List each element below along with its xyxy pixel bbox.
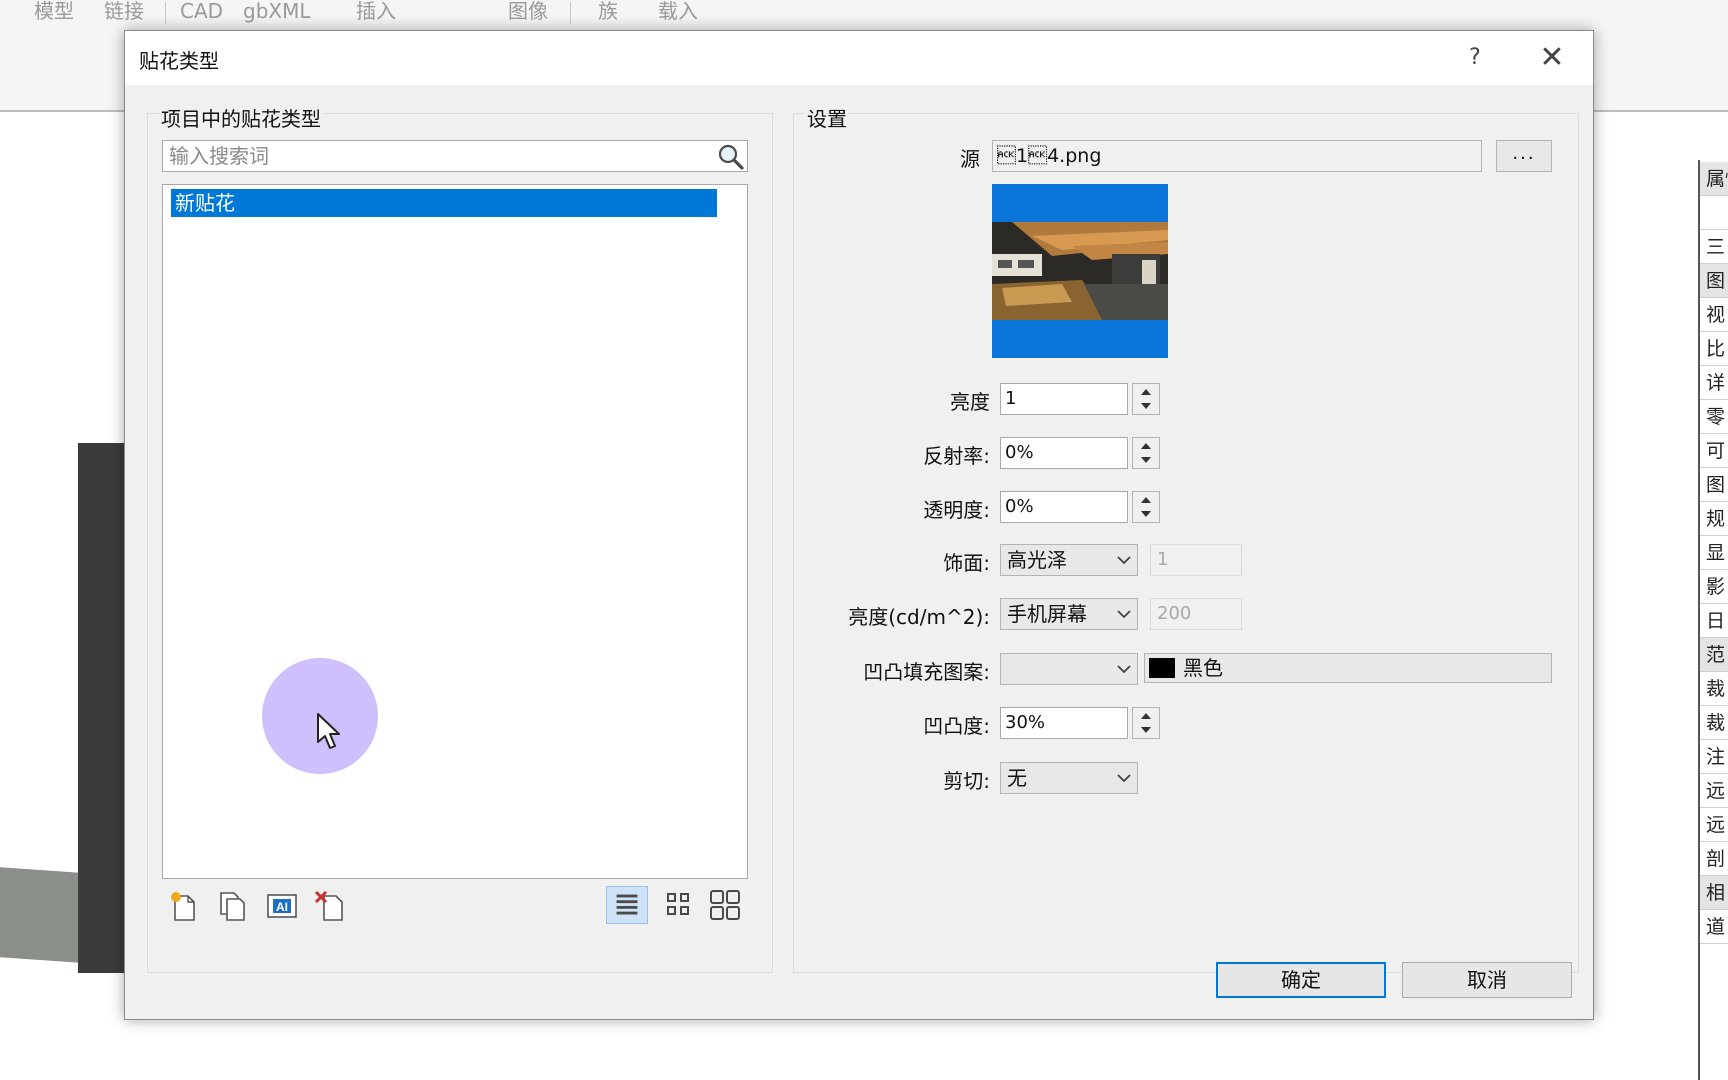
rename-type-icon[interactable]: AI [264, 888, 300, 924]
cutout-label: 剪切: [943, 769, 990, 793]
browse-button[interactable]: ... [1496, 140, 1552, 172]
chevron-down-icon [1117, 556, 1131, 565]
bump-color-button[interactable]: 黑色 [1144, 653, 1552, 683]
svg-text:AI: AI [276, 900, 288, 914]
properties-row: 范 [1700, 638, 1728, 672]
finish-dropdown[interactable]: 高光泽 [1000, 544, 1138, 576]
close-button[interactable]: ✕ [1530, 39, 1574, 77]
properties-row: 远 [1700, 808, 1728, 842]
mouse-cursor-icon [317, 713, 340, 749]
properties-row: 详 [1700, 366, 1728, 400]
finish-value: 高光泽 [1007, 548, 1067, 572]
properties-row: 三 [1700, 230, 1728, 264]
properties-row: 可 [1700, 434, 1728, 468]
properties-row: 剖 [1700, 842, 1728, 876]
ribbon-separator [165, 2, 166, 24]
luminance-dropdown[interactable]: 手机屏幕 [1000, 598, 1138, 630]
duplicate-type-icon[interactable] [214, 888, 250, 924]
source-label: 源 [960, 147, 980, 171]
properties-row: 裁 [1700, 706, 1728, 740]
project-decal-types-label: 项目中的贴花类型 [159, 103, 323, 132]
bump-amount-input[interactable]: 30% [1000, 707, 1128, 739]
bump-color-name: 黑色 [1183, 656, 1223, 680]
properties-row: 影 [1700, 570, 1728, 604]
bump-amount-spinner-icon[interactable] [1132, 707, 1160, 739]
luminance-label: 亮度(cd/m^2): [848, 605, 990, 629]
properties-row: 属性 [1700, 162, 1728, 196]
new-type-icon[interactable] [166, 888, 202, 924]
small-icons-view-icon [667, 893, 689, 915]
finish-label: 饰面: [943, 551, 990, 575]
properties-row: 远 [1700, 774, 1728, 808]
ribbon-tab-insert[interactable]: 插入 [356, 0, 396, 22]
dialog-title: 贴花类型 [139, 49, 219, 73]
transparency-label: 透明度: [923, 498, 990, 522]
chevron-down-icon [1117, 665, 1131, 674]
properties-row: 道 [1700, 910, 1728, 944]
bump-pattern-label: 凹凸填充图案: [863, 660, 990, 684]
ribbon-tab-load[interactable]: 载入 [658, 0, 698, 22]
properties-row: 视 [1700, 298, 1728, 332]
settings-label: 设置 [805, 103, 849, 132]
properties-row: 注 [1700, 740, 1728, 774]
model-floor-shadow [0, 867, 80, 963]
properties-row: 图 [1700, 264, 1728, 298]
bump-pattern-dropdown[interactable] [1000, 653, 1138, 685]
decal-type-list[interactable]: 新贴花 [162, 184, 748, 879]
search-input[interactable] [169, 141, 709, 171]
search-box [162, 140, 748, 172]
properties-row: 裁 [1700, 672, 1728, 706]
properties-row: 图 [1700, 468, 1728, 502]
settings-group [793, 113, 1579, 973]
dialog-titlebar[interactable]: 贴花类型 ? ✕ [125, 31, 1593, 85]
finish-extra-field: 1 [1150, 544, 1242, 576]
small-icon-view-button[interactable] [658, 886, 700, 924]
properties-row: 零 [1700, 400, 1728, 434]
cancel-button[interactable]: 取消 [1402, 962, 1572, 998]
luminance-value: 手机屏幕 [1007, 602, 1087, 626]
ribbon-tab-family[interactable]: 族 [598, 0, 618, 22]
luminance-extra-field: 200 [1150, 598, 1242, 630]
brightness-input[interactable]: 1 [1000, 383, 1128, 415]
model-wall [78, 443, 126, 973]
chevron-down-icon [1117, 774, 1131, 783]
properties-panel: 属性三图视比详零可图规显影日范裁裁注远远剖相道 [1698, 160, 1728, 1080]
list-view-icon [616, 894, 638, 915]
bump-amount-label: 凹凸度: [923, 714, 990, 738]
ribbon-tab-model[interactable]: 模型 [34, 0, 74, 22]
large-icons-view-icon [710, 890, 740, 920]
properties-row: 日 [1700, 604, 1728, 638]
properties-row: 规 [1700, 502, 1728, 536]
ribbon-tab-gbxml[interactable]: gbXML [243, 0, 311, 22]
list-item-new-decal[interactable]: 新贴花 [171, 189, 717, 217]
color-swatch [1149, 658, 1175, 678]
source-field: 14.png [992, 140, 1482, 172]
ribbon-tab-cad[interactable]: CAD [180, 0, 223, 22]
properties-row: 显 [1700, 536, 1728, 570]
brightness-spinner-icon[interactable] [1132, 383, 1160, 415]
brightness-label: 亮度 [950, 390, 990, 414]
chevron-down-icon [1117, 610, 1131, 619]
decal-preview-image [992, 184, 1168, 358]
list-view-button[interactable] [606, 886, 648, 924]
properties-row [1700, 196, 1728, 230]
reflectance-label: 反射率: [923, 444, 990, 468]
cutout-value: 无 [1007, 766, 1027, 790]
ribbon-separator [570, 2, 571, 24]
ribbon-tab-link[interactable]: 链接 [104, 0, 144, 22]
help-button[interactable]: ? [1455, 41, 1495, 75]
ok-button[interactable]: 确定 [1216, 962, 1386, 998]
ribbon-tab-image[interactable]: 图像 [508, 0, 548, 22]
transparency-input[interactable]: 0% [1000, 491, 1128, 523]
properties-row: 相 [1700, 876, 1728, 910]
delete-type-icon[interactable] [312, 888, 348, 924]
reflectance-input[interactable]: 0% [1000, 437, 1128, 469]
cutout-dropdown[interactable]: 无 [1000, 762, 1138, 794]
large-icon-view-button[interactable] [704, 886, 746, 924]
transparency-spinner-icon[interactable] [1132, 491, 1160, 523]
reflectance-spinner-icon[interactable] [1132, 437, 1160, 469]
properties-row: 比 [1700, 332, 1728, 366]
